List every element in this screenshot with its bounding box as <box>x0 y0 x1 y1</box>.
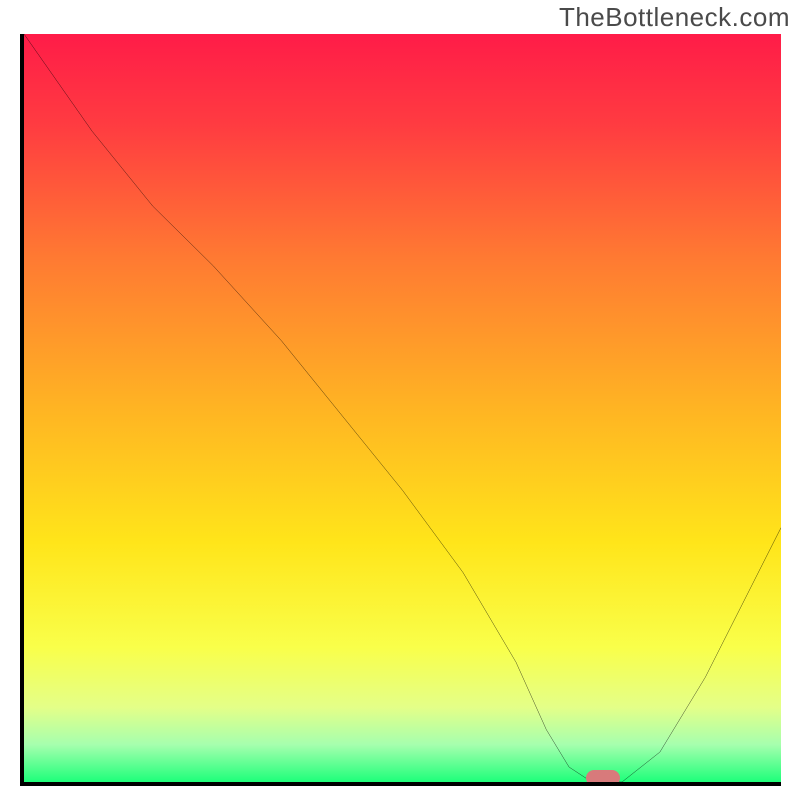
watermark-text: TheBottleneck.com <box>559 2 790 33</box>
plot-area <box>20 34 781 786</box>
chart-container: TheBottleneck.com <box>0 0 800 800</box>
optimal-marker <box>586 770 620 786</box>
bottleneck-curve <box>24 34 781 782</box>
